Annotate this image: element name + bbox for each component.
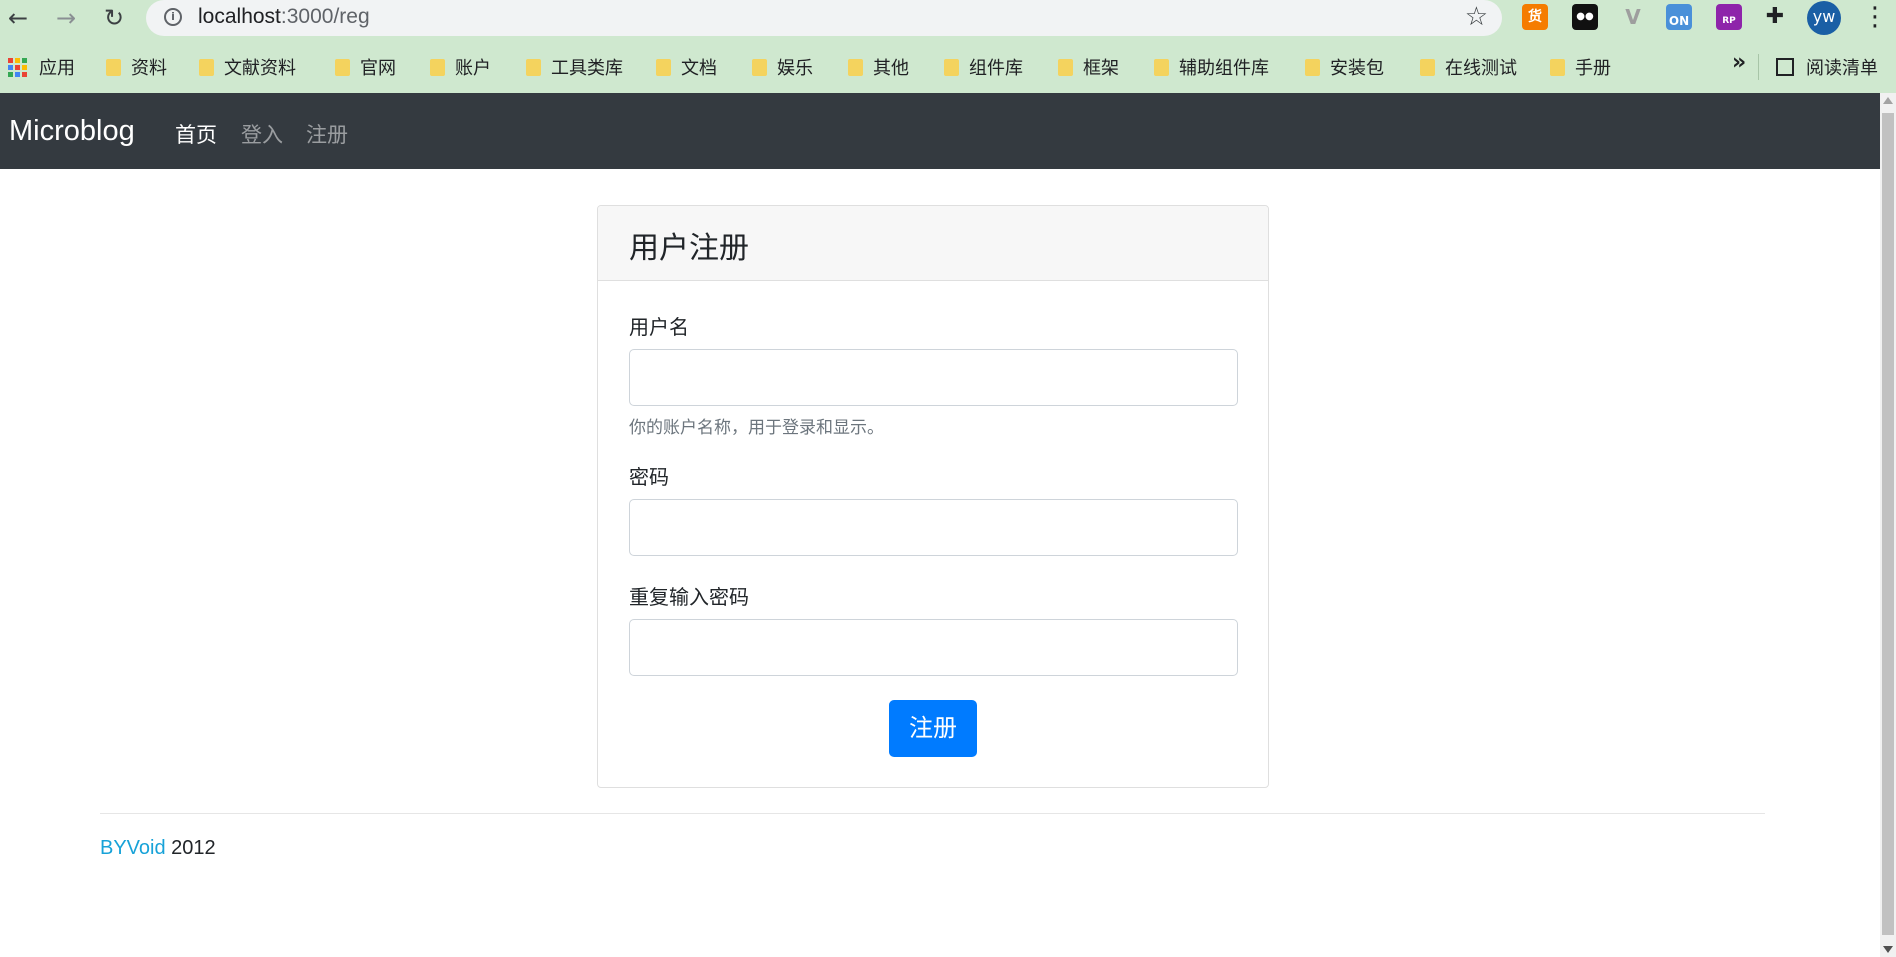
huo-extension-icon[interactable]: 货: [1522, 4, 1548, 30]
site-info-icon[interactable]: i: [164, 8, 182, 26]
bookmark-folder[interactable]: 文档: [656, 54, 717, 80]
reading-list-icon: [1776, 58, 1794, 76]
page-scrollbar[interactable]: [1880, 93, 1896, 957]
username-help-text: 你的账户名称，用于登录和显示。: [629, 418, 884, 438]
url-text[interactable]: localhost:3000/reg: [198, 5, 370, 29]
footer-author-link[interactable]: BYVoid: [100, 837, 166, 859]
apps-grid-icon: [8, 57, 27, 77]
more-bookmarks-chevron-icon[interactable]: »: [1732, 50, 1746, 75]
folder-icon: [526, 58, 541, 76]
folder-icon: [1154, 58, 1169, 76]
folder-icon: [1058, 58, 1073, 76]
profile-avatar[interactable]: yw: [1807, 1, 1841, 35]
scroll-thumb[interactable]: [1882, 113, 1894, 935]
folder-icon: [1550, 58, 1565, 76]
address-bar[interactable]: i localhost:3000/reg ☆: [146, 0, 1502, 36]
folder-icon: [430, 58, 445, 76]
bookmark-folder[interactable]: 工具类库: [526, 54, 623, 80]
folder-icon: [848, 58, 863, 76]
back-arrow-icon[interactable]: ←: [4, 4, 32, 32]
nav-link-home[interactable]: 首页: [175, 119, 217, 149]
forward-arrow-icon[interactable]: →: [52, 4, 80, 32]
bookmarks-divider: [1758, 54, 1759, 80]
bookmark-folder[interactable]: 娱乐: [752, 54, 813, 80]
brand-logo[interactable]: Microblog: [9, 115, 135, 148]
reading-list[interactable]: 阅读清单: [1776, 54, 1878, 80]
card-header: 用户注册: [598, 206, 1268, 281]
footer-year: 2012: [171, 837, 216, 859]
folder-icon: [1420, 58, 1435, 76]
nav-link-register[interactable]: 注册: [306, 119, 348, 149]
bookmark-star-icon[interactable]: ☆: [1465, 2, 1488, 32]
bookmarks-bar: 应用 资料 文献资料 官网 账户 工具类库 文档 娱乐 其他 组件库 框架 辅助…: [0, 48, 1896, 84]
bookmark-folder[interactable]: 资料: [106, 54, 167, 80]
repeat-password-input[interactable]: [629, 619, 1238, 676]
password-label: 密码: [629, 465, 669, 489]
on-extension-icon[interactable]: ON: [1666, 4, 1692, 30]
bookmark-folder[interactable]: 账户: [430, 54, 491, 80]
folder-icon: [656, 58, 671, 76]
folder-icon: [199, 58, 214, 76]
browser-menu-icon[interactable]: ⋮: [1862, 2, 1888, 32]
username-input[interactable]: [629, 349, 1238, 406]
bookmark-folder[interactable]: 框架: [1058, 54, 1119, 80]
nav-link-login[interactable]: 登入: [241, 119, 283, 149]
bookmark-apps[interactable]: 应用: [8, 54, 75, 80]
site-navbar: Microblog 首页 登入 注册: [0, 93, 1880, 169]
repeat-password-label: 重复输入密码: [629, 585, 749, 609]
vue-devtools-icon[interactable]: V: [1620, 4, 1646, 30]
username-label: 用户名: [629, 315, 689, 339]
bookmark-folder[interactable]: 组件库: [944, 54, 1023, 80]
folder-icon: [335, 58, 350, 76]
bookmark-folder[interactable]: 文献资料: [199, 54, 296, 80]
folder-icon: [944, 58, 959, 76]
password-input[interactable]: [629, 499, 1238, 556]
footer-divider: [100, 813, 1765, 814]
bookmark-folder[interactable]: 官网: [335, 54, 396, 80]
folder-icon: [106, 58, 121, 76]
tampermonkey-icon[interactable]: ●●: [1572, 4, 1598, 30]
register-button[interactable]: 注册: [889, 700, 977, 757]
folder-icon: [1305, 58, 1320, 76]
scroll-down-arrow-icon[interactable]: [1883, 946, 1893, 953]
bookmark-folder[interactable]: 在线测试: [1420, 54, 1517, 80]
register-card: 用户注册 用户名 你的账户名称，用于登录和显示。 密码 重复输入密码 注册: [597, 205, 1269, 788]
bookmark-folder[interactable]: 其他: [848, 54, 909, 80]
extensions-puzzle-icon[interactable]: ✚: [1762, 4, 1788, 30]
footer: BYVoid 2012: [100, 837, 216, 860]
page-title: 用户注册: [629, 231, 749, 266]
rp-extension-icon[interactable]: RP: [1716, 4, 1742, 30]
folder-icon: [752, 58, 767, 76]
bookmark-folder[interactable]: 安装包: [1305, 54, 1384, 80]
reload-icon[interactable]: ↻: [100, 4, 128, 32]
bookmark-folder[interactable]: 辅助组件库: [1154, 54, 1269, 80]
bookmark-folder[interactable]: 手册: [1550, 54, 1611, 80]
scroll-up-arrow-icon[interactable]: [1883, 97, 1893, 104]
